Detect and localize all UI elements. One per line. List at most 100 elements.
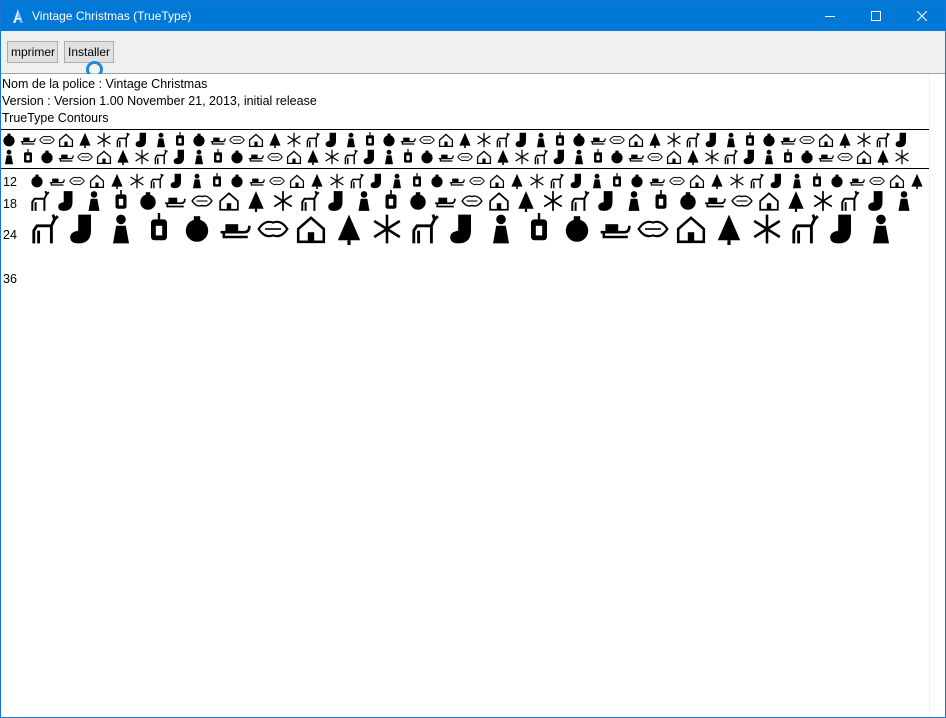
font-glyph — [214, 149, 222, 163]
font-glyph — [868, 191, 883, 211]
font-glyph — [301, 190, 320, 211]
maximize-icon — [871, 11, 881, 21]
font-glyph — [150, 173, 164, 189]
font-glyph — [32, 214, 59, 244]
font-glyph — [788, 191, 804, 212]
charset-glyph-preview — [3, 132, 909, 165]
font-glyph — [593, 173, 601, 189]
font-glyph — [24, 149, 32, 163]
font-glyph — [140, 192, 156, 210]
install-button[interactable]: Installer — [64, 41, 114, 63]
font-glyph — [687, 149, 699, 165]
font-glyph — [435, 197, 456, 208]
font-glyph — [337, 214, 361, 245]
font-glyph — [412, 214, 439, 244]
font-glyph — [116, 132, 130, 148]
font-glyph — [393, 173, 401, 189]
font-glyph — [780, 137, 796, 145]
font-glyph — [20, 137, 36, 145]
maximize-button[interactable] — [853, 1, 899, 31]
font-glyph — [438, 154, 454, 162]
font-glyph — [3, 133, 15, 147]
font-glyph — [70, 214, 91, 244]
font-glyph — [5, 149, 13, 165]
font-glyph — [628, 133, 644, 148]
font-glyph — [350, 173, 364, 189]
font-viewer-window: Vintage Christmas (TrueType) mprimer Ins… — [0, 0, 946, 718]
font-preview-area[interactable]: Nom de la police : Vintage Christmas Ver… — [1, 74, 929, 717]
font-glyph — [366, 132, 374, 146]
font-glyph — [157, 132, 165, 148]
font-glyph — [469, 176, 485, 186]
font-glyph — [799, 135, 815, 145]
font-glyph — [370, 173, 381, 189]
font-glyph — [450, 214, 471, 244]
font-glyph — [609, 135, 625, 145]
font-glyph — [750, 173, 764, 189]
font-glyph — [493, 214, 509, 244]
font-glyph — [841, 190, 860, 211]
font-glyph — [839, 132, 851, 148]
close-button[interactable] — [899, 1, 945, 31]
vertical-scrollbar[interactable] — [929, 74, 945, 717]
font-glyph — [676, 216, 706, 244]
font-glyph — [649, 132, 661, 148]
font-glyph — [248, 154, 264, 162]
font-glyph — [459, 132, 471, 148]
font-glyph — [421, 150, 433, 164]
font-glyph — [231, 150, 243, 164]
font-glyph — [497, 149, 509, 165]
font-glyph — [185, 216, 209, 242]
font-glyph — [534, 149, 548, 165]
font-glyph — [431, 174, 443, 188]
font-glyph — [58, 191, 73, 211]
font-glyph — [889, 174, 905, 189]
font-glyph — [515, 132, 526, 148]
font-glyph — [461, 195, 483, 207]
font-glyph — [231, 174, 243, 188]
font-glyph — [628, 191, 640, 211]
font-glyph — [667, 132, 681, 148]
font-glyph — [358, 191, 370, 211]
title-bar[interactable]: Vintage Christmas (TrueType) — [1, 1, 945, 31]
font-glyph — [837, 152, 853, 162]
font-glyph — [801, 150, 813, 164]
font-glyph — [373, 214, 401, 244]
font-glyph — [705, 197, 726, 208]
font-glyph — [631, 174, 643, 188]
font-glyph — [306, 132, 320, 148]
font-glyph — [765, 149, 773, 165]
font-glyph — [248, 191, 264, 212]
minimize-button[interactable] — [807, 1, 853, 31]
font-glyph — [154, 149, 168, 165]
font-glyph — [895, 149, 909, 165]
font-glyph — [530, 173, 544, 189]
font-glyph — [328, 191, 343, 211]
font-glyph — [556, 132, 564, 146]
font-glyph — [873, 214, 889, 244]
font-glyph — [518, 191, 534, 212]
font-glyph — [41, 150, 53, 164]
font-glyph — [877, 149, 889, 165]
divider-top — [1, 129, 929, 130]
font-glyph — [531, 213, 547, 241]
font-glyph — [165, 197, 186, 208]
font-glyph — [669, 176, 685, 186]
print-button[interactable]: mprimer — [7, 41, 58, 63]
font-glyph — [438, 133, 454, 148]
divider-samples — [1, 168, 929, 169]
font-glyph — [213, 173, 221, 187]
font-glyph — [210, 137, 226, 145]
font-glyph — [410, 192, 426, 210]
font-glyph — [876, 132, 890, 148]
font-glyph — [594, 149, 602, 163]
font-glyph — [575, 149, 583, 165]
font-glyph — [193, 173, 201, 189]
font-glyph — [793, 173, 801, 189]
font-glyph — [330, 173, 344, 189]
font-glyph — [570, 173, 581, 189]
font-glyph — [711, 173, 723, 189]
font-glyph — [489, 174, 505, 189]
font-glyph — [151, 213, 167, 241]
font-glyph — [770, 173, 781, 189]
